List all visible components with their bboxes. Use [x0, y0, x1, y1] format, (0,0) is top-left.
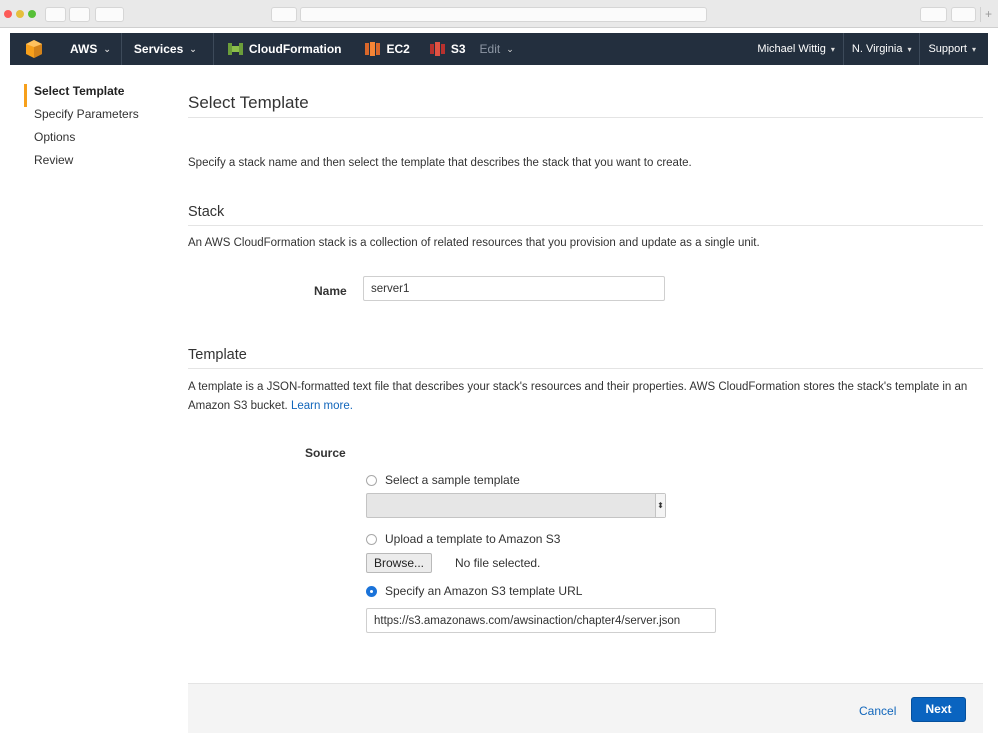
minimize-window-icon[interactable] [16, 10, 24, 18]
aws-logo-button[interactable] [10, 33, 56, 65]
new-tab-icon[interactable]: + [980, 7, 996, 22]
no-file-status: No file selected. [455, 556, 541, 570]
close-window-icon[interactable] [4, 10, 12, 18]
address-bar[interactable] [300, 7, 707, 22]
region-menu[interactable]: N. Virginia ▾ [844, 33, 920, 65]
caret-down-icon: ▾ [830, 44, 835, 54]
cloudformation-icon [227, 43, 243, 55]
ec2-label: EC2 [386, 42, 410, 56]
chevron-down-icon: ⌄ [189, 43, 197, 54]
cloudformation-shortcut[interactable]: CloudFormation [214, 33, 356, 65]
aws-cube-icon [26, 40, 42, 58]
template-url-input[interactable] [366, 608, 716, 633]
forward-button[interactable] [69, 7, 90, 22]
step-select-template[interactable]: Select Template [24, 84, 164, 107]
main-content: Select Template [188, 84, 983, 118]
browser-chrome: + [0, 0, 998, 28]
downloads-button[interactable] [920, 7, 947, 22]
aws-menu-label: AWS [70, 42, 98, 56]
template-section-title: Template [188, 347, 983, 369]
support-menu[interactable]: Support ▾ [920, 33, 988, 65]
s3-shortcut[interactable]: S3 [424, 33, 476, 65]
learn-more-link[interactable]: Learn more. [291, 400, 353, 412]
nav-right-group: Michael Wittig ▾ N. Virginia ▾ Support ▾ [749, 33, 988, 65]
support-menu-label: Support [928, 43, 967, 55]
sidebar-toggle-button[interactable] [95, 7, 124, 22]
s3-icon [429, 42, 445, 56]
step-specify-parameters[interactable]: Specify Parameters [24, 107, 164, 130]
stack-section-title: Stack [188, 204, 983, 226]
user-menu[interactable]: Michael Wittig ▾ [749, 33, 842, 65]
sample-template-label: Select a sample template [385, 473, 520, 487]
intro-text: Specify a stack name and then select the… [188, 157, 692, 169]
source-label: Source [305, 446, 346, 460]
step-options[interactable]: Options [24, 130, 164, 153]
chevron-down-icon: ⌄ [103, 43, 111, 54]
s3-label: S3 [450, 42, 466, 56]
radio-upload-template[interactable] [366, 533, 377, 545]
template-description: A template is a JSON-formatted text file… [188, 378, 978, 416]
caret-down-icon: ▾ [971, 44, 976, 54]
wizard-steps: Select Template Specify Parameters Optio… [24, 84, 164, 176]
aws-navbar: AWS ⌄ Services ⌄ CloudFormation EC2 S3 E… [10, 33, 988, 65]
tabs-button[interactable] [951, 7, 976, 22]
share-button[interactable] [271, 7, 297, 22]
edit-menu[interactable]: Edit ⌄ [476, 33, 524, 65]
edit-menu-label: Edit [479, 42, 501, 56]
back-button[interactable] [45, 7, 66, 22]
sample-template-select[interactable]: ⬍ [366, 493, 666, 518]
cloudformation-label: CloudFormation [248, 42, 342, 56]
radio-sample-template[interactable] [366, 474, 377, 486]
page-title: Select Template [188, 84, 983, 118]
s3-url-option[interactable]: Specify an Amazon S3 template URL [366, 584, 582, 598]
browse-button[interactable]: Browse... [366, 553, 433, 573]
chevron-down-icon: ⌄ [506, 43, 514, 54]
next-button[interactable]: Next [911, 697, 966, 722]
services-menu[interactable]: Services ⌄ [122, 33, 213, 65]
select-arrows-icon: ⬍ [655, 494, 665, 517]
zoom-window-icon[interactable] [28, 10, 36, 18]
radio-s3-url[interactable] [366, 585, 377, 597]
sample-template-option[interactable]: Select a sample template [366, 473, 520, 487]
aws-menu[interactable]: AWS ⌄ [56, 33, 121, 65]
caret-down-icon: ▾ [907, 44, 912, 54]
stack-name-input[interactable] [363, 276, 665, 301]
user-menu-label: Michael Wittig [757, 43, 826, 55]
name-label: Name [314, 284, 347, 298]
region-menu-label: N. Virginia [851, 43, 903, 55]
cancel-button[interactable]: Cancel [859, 704, 896, 718]
s3-url-label: Specify an Amazon S3 template URL [385, 584, 583, 598]
upload-template-option[interactable]: Upload a template to Amazon S3 [366, 532, 560, 546]
services-menu-label: Services [133, 42, 184, 56]
upload-template-label: Upload a template to Amazon S3 [385, 532, 561, 546]
stack-description: An AWS CloudFormation stack is a collect… [188, 237, 760, 249]
ec2-shortcut[interactable]: EC2 [355, 33, 423, 65]
step-review[interactable]: Review [24, 153, 164, 176]
ec2-icon [365, 42, 381, 56]
